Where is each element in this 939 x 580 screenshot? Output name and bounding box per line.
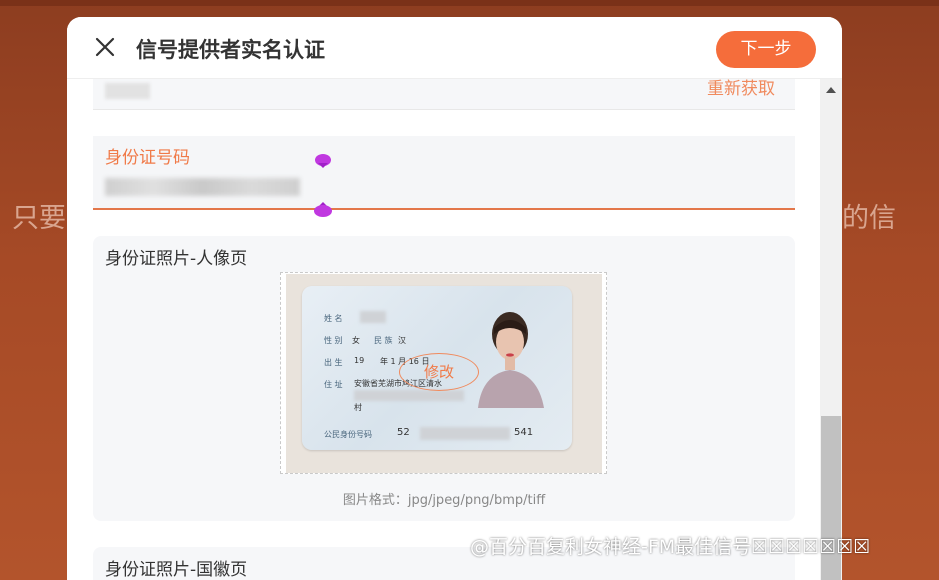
- id-number-input-blurred[interactable]: [105, 178, 300, 196]
- idcard-birth-year: 19: [354, 356, 365, 365]
- text-selection-handle-icon[interactable]: [315, 154, 331, 168]
- background-text-left: 只要: [12, 203, 66, 234]
- code-value-blurred: [105, 83, 150, 99]
- idcard-id-suffix: 541: [514, 427, 534, 438]
- watermark-text: @百分百复利女神经-FM最佳信号☒☒☒☒☒☒☒: [470, 536, 871, 558]
- modal-title: 信号提供者实名认证: [136, 38, 325, 62]
- background-top-strip: [0, 0, 939, 6]
- id-back-title: 身份证照片-国徽页: [105, 560, 248, 580]
- close-icon[interactable]: [93, 35, 117, 59]
- idcard-name-blurred: [360, 311, 386, 323]
- vertical-scrollbar[interactable]: [820, 79, 842, 580]
- next-button[interactable]: 下一步: [716, 31, 816, 68]
- idcard-ethnic-value: 汉: [398, 336, 406, 345]
- idcard-sex-label: 性 别: [324, 336, 343, 345]
- modify-photo-button[interactable]: 修改: [399, 353, 479, 391]
- idcard-address-line2: 村: [354, 403, 362, 412]
- id-front-card: 身份证照片-人像页 姓 名 性 别 女 民 族 汉 出 生 19 年 1 月 1…: [93, 236, 795, 521]
- idcard-address-blurred: [354, 390, 464, 401]
- idcard-id-blurred: [420, 427, 510, 440]
- idcard-sex-value: 女: [352, 336, 360, 345]
- id-front-upload[interactable]: 姓 名 性 别 女 民 族 汉 出 生 19 年 1 月 16 日 住 址 安徽…: [280, 272, 607, 474]
- background-text-right: 的信: [842, 203, 896, 234]
- verification-code-row: 重新获取: [93, 79, 795, 110]
- modal-header: 信号提供者实名认证 下一步: [67, 17, 842, 79]
- idcard-address-label: 住 址: [324, 380, 343, 389]
- id-number-field[interactable]: 身份证号码: [93, 136, 795, 217]
- text-selection-handle-icon[interactable]: [314, 202, 332, 217]
- idcard-birth-label: 出 生: [324, 358, 343, 367]
- scroll-up-arrow-icon[interactable]: [826, 87, 836, 93]
- id-front-title: 身份证照片-人像页: [105, 249, 248, 269]
- format-hint: 图片格式：jpg/jpeg/png/bmp/tiff: [342, 493, 546, 508]
- idcard-name-label: 姓 名: [324, 314, 343, 323]
- idcard-id-label: 公民身份号码: [324, 430, 372, 439]
- portrait-photo: [478, 312, 544, 408]
- idcard-ethnic-label: 民 族: [374, 336, 393, 345]
- modal-body: 重新获取 身份证号码 身份证照片-人像页 姓 名 性 别 女 民 族 汉 出 生…: [67, 79, 820, 580]
- id-number-label: 身份证号码: [105, 148, 190, 168]
- refetch-code-link[interactable]: 重新获取: [707, 79, 775, 99]
- idcard-id-prefix: 52: [397, 427, 410, 438]
- verification-modal: 信号提供者实名认证 下一步 重新获取 身份证号码 身份证照片-人像页 姓 名 性…: [67, 17, 842, 580]
